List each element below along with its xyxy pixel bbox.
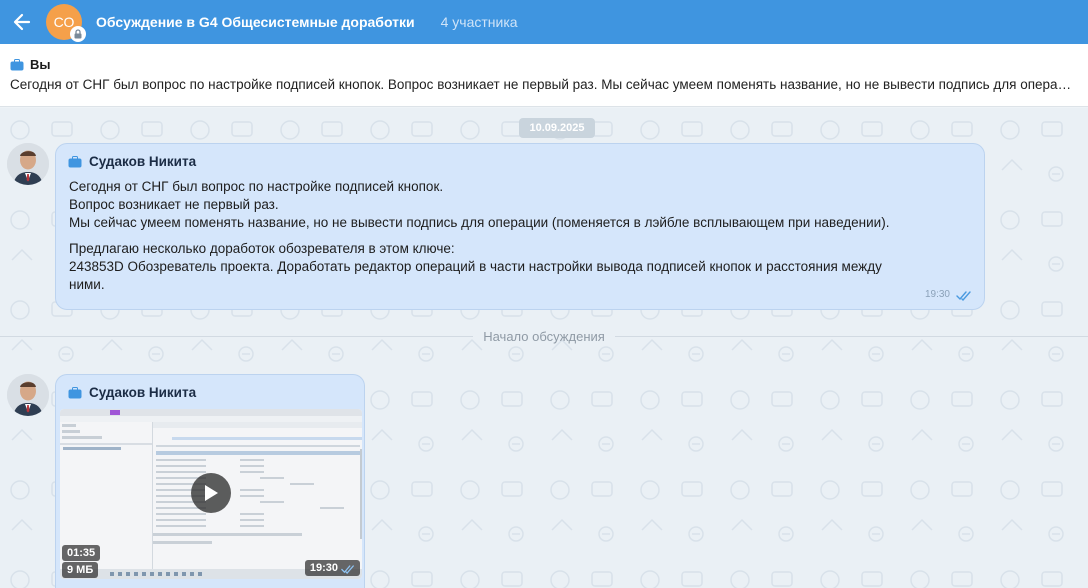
briefcase-icon bbox=[68, 386, 82, 398]
user-photo-icon bbox=[7, 374, 49, 416]
double-check-icon bbox=[341, 565, 354, 574]
video-size: 9 МБ bbox=[62, 562, 99, 578]
message-author: Судаков Никита bbox=[89, 154, 197, 169]
message-line: Предлагаю несколько доработок обозревате… bbox=[69, 241, 455, 256]
reply-preview-author: Вы bbox=[30, 57, 51, 72]
arrow-left-icon bbox=[13, 13, 31, 31]
avatar[interactable] bbox=[7, 143, 49, 185]
message-bubble[interactable]: Судаков Никита Сегодня от СНГ был вопрос… bbox=[55, 143, 985, 310]
divider-label: Начало обсуждения bbox=[483, 328, 605, 344]
chat-avatar[interactable]: СО bbox=[46, 4, 86, 42]
participants-count[interactable]: 4 участника bbox=[441, 14, 518, 30]
message-bubble[interactable]: Судаков Никита 01:35 9 МБ 19:30 bbox=[55, 374, 365, 588]
briefcase-icon bbox=[68, 155, 82, 167]
video-duration: 01:35 bbox=[62, 545, 101, 561]
play-button[interactable] bbox=[191, 473, 231, 513]
message-line: ними. bbox=[69, 277, 105, 292]
briefcase-icon bbox=[10, 58, 24, 70]
back-button[interactable] bbox=[2, 0, 42, 44]
play-icon bbox=[205, 485, 218, 501]
user-photo-icon bbox=[7, 143, 49, 185]
message-author: Судаков Никита bbox=[89, 385, 197, 400]
message-line: 243853D Обозреватель проекта. Доработать… bbox=[69, 259, 882, 274]
message-line: Мы сейчас умеем поменять название, но не… bbox=[69, 215, 890, 230]
message-list[interactable]: 10.09.2025 Судаков Никита Сегодня от СНГ… bbox=[0, 108, 1088, 588]
reply-preview[interactable]: Вы Сегодня от СНГ был вопрос по настройк… bbox=[0, 44, 1088, 107]
message-time: 19:30 bbox=[924, 289, 950, 300]
reply-preview-text: Сегодня от СНГ был вопрос по настройке п… bbox=[10, 77, 1078, 92]
chat-title[interactable]: Обсуждение в G4 Общесистемные доработки bbox=[96, 14, 415, 30]
message-line: Вопрос возникает не первый раз. bbox=[69, 197, 279, 212]
lock-icon bbox=[70, 26, 86, 42]
message-text: Сегодня от СНГ был вопрос по настройке п… bbox=[69, 178, 969, 294]
discussion-start-divider: Начало обсуждения bbox=[0, 328, 1088, 344]
message-time: 19:30 bbox=[304, 560, 360, 576]
message-line: Сегодня от СНГ был вопрос по настройке п… bbox=[69, 179, 444, 194]
date-separator: 10.09.2025 bbox=[519, 118, 595, 138]
video-attachment[interactable] bbox=[60, 409, 362, 579]
avatar[interactable] bbox=[7, 374, 49, 416]
double-check-icon bbox=[956, 291, 971, 301]
chat-header: СО Обсуждение в G4 Общесистемные доработ… bbox=[0, 0, 1088, 44]
